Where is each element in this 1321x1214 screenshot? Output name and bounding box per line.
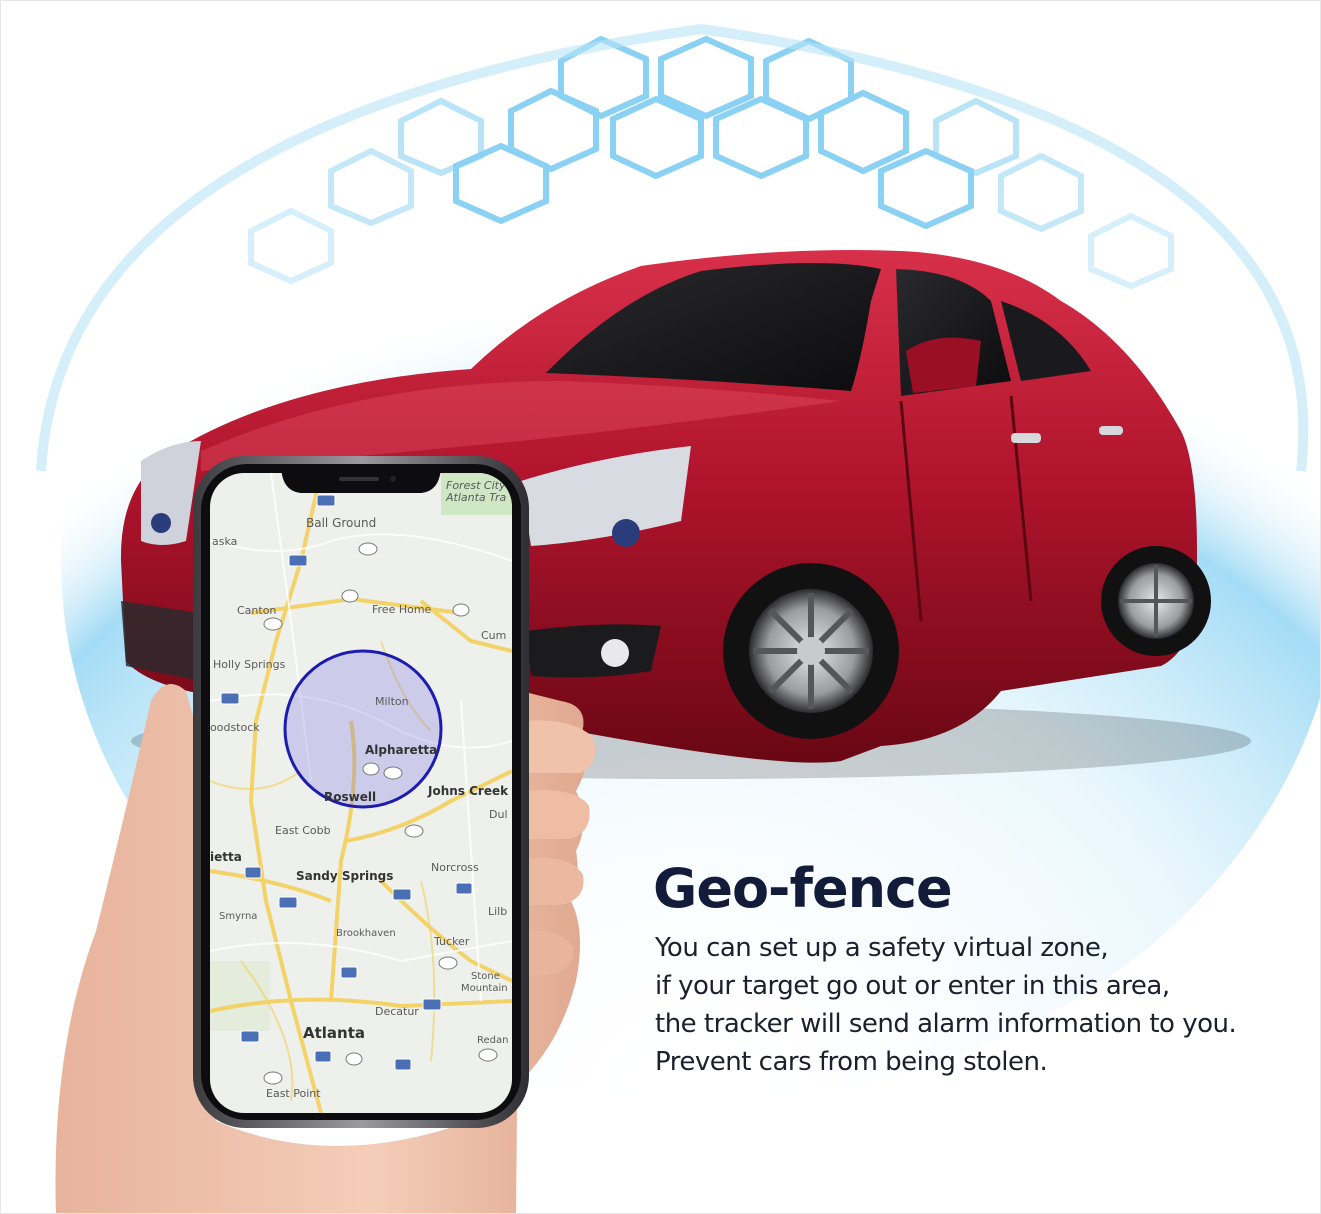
map-label-atlanta: Atlanta [303,1024,365,1042]
map-label-sandy-springs: Sandy Springs [296,869,393,883]
smartphone-image: Forest City Atlanta Tra Ball Ground aska… [193,456,529,1128]
map-label-johns-creek: Johns Creek [427,784,509,798]
map-label-tucker: Tucker [433,935,470,948]
map-label-woodstock: oodstock [210,721,260,734]
map-label-cumming: Cum [481,629,506,642]
map-label-east-cobb: East Cobb [275,824,331,837]
map-label-free-home: Free Home [372,603,432,616]
geofence-circle[interactable] [283,649,443,809]
map-label-canton: Canton [237,604,276,617]
map-label-east-point: East Point [266,1087,321,1100]
map-label-roswell: Roswell [324,790,376,804]
map-label-norcross: Norcross [431,861,479,874]
map-label-stone: Stone [471,971,500,982]
map-label-milton: Milton [375,695,409,708]
map-label-ball-ground: Ball Ground [306,516,376,530]
description-line: if your target go out or enter in this a… [655,971,1170,1001]
phone-map-screen: Forest City Atlanta Tra Ball Ground aska… [210,473,512,1113]
map-label-aska: aska [212,535,237,548]
map-label-mountain: Mountain [461,983,508,994]
map-label-marietta: ietta [210,850,242,864]
map-label-holly-springs: Holly Springs [213,658,286,671]
map-label-brookhaven: Brookhaven [336,928,396,939]
map-label-decatur: Decatur [375,1005,419,1018]
map-label-alpharetta: Alpharetta [365,743,437,757]
description-line: Prevent cars from being stolen. [655,1047,1048,1077]
feature-title: Geo-fence [653,857,953,920]
map-label-smyrna: Smyrna [219,911,257,922]
product-image: Forest City Atlanta Tra Ball Ground aska… [0,0,1321,1214]
description-line: the tracker will send alarm information … [655,1009,1237,1039]
map-label-atlanta-trail: Atlanta Tra [445,491,507,504]
map-label-duluth: Dul [489,808,508,821]
map-label-redan: Redan [477,1035,508,1046]
map-label-lilburn: Lilb [488,905,507,918]
feature-description: You can set up a safety virtual zone, if… [655,929,1305,1081]
description-line: You can set up a safety virtual zone, [655,933,1109,963]
